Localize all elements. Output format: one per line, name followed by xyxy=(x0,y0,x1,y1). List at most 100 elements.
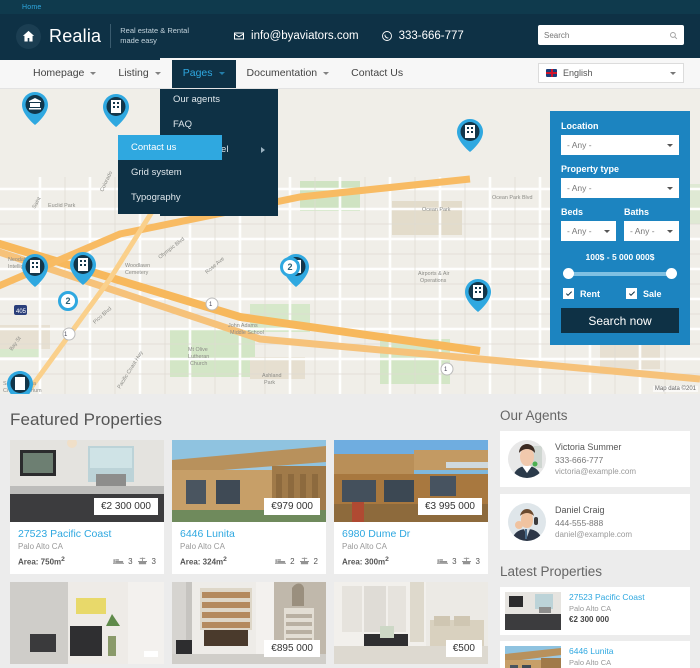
latest-property-title[interactable]: 6446 Lunita xyxy=(569,646,613,656)
agent-phone: 444-555-888 xyxy=(555,518,604,528)
sale-label: Sale xyxy=(643,288,662,299)
property-location: Palo Alto CA xyxy=(342,542,387,551)
nav-label-pages: Pages xyxy=(182,67,213,79)
property-type-select[interactable]: - Any - xyxy=(561,178,679,198)
svg-text:Mt Olive: Mt Olive xyxy=(188,347,208,353)
search-now-button[interactable]: Search now xyxy=(561,308,679,333)
map-marker-building[interactable] xyxy=(103,94,129,127)
property-image xyxy=(10,581,164,664)
property-card[interactable]: €979 000 6446 Lunita Palo Alto CA Area: … xyxy=(172,440,326,574)
header-phone-text: 333-666-777 xyxy=(398,30,464,42)
svg-text:Woodlawn: Woodlawn xyxy=(125,263,150,269)
svg-text:Park: Park xyxy=(264,380,275,386)
latest-property-item[interactable]: 6446 Lunita Palo Alto CA €979 000 xyxy=(500,641,690,668)
baths-select[interactable]: - Any - xyxy=(624,221,679,241)
svg-text:Ocean Park: Ocean Park xyxy=(422,207,451,213)
nav-label-homepage: Homepage xyxy=(33,67,85,79)
submenu-item-typography[interactable]: Typography xyxy=(118,185,222,210)
property-price: €895 000 xyxy=(264,639,320,657)
latest-property-item[interactable]: 27523 Pacific Coast Palo Alto CA €2 300 … xyxy=(500,587,690,635)
agent-name: Victoria Summer xyxy=(555,442,622,452)
checkbox-box xyxy=(626,288,637,299)
map-marker-building[interactable] xyxy=(70,252,96,285)
agent-email[interactable]: daniel@example.com xyxy=(555,530,632,539)
property-title[interactable]: 6446 Lunita xyxy=(180,528,318,540)
chevron-down-icon xyxy=(90,71,97,75)
property-title[interactable]: 27523 Pacific Coast xyxy=(18,528,156,540)
beds-value: - Any - xyxy=(567,226,592,236)
agent-card[interactable]: Daniel Craig 444-555-888 daniel@example.… xyxy=(500,494,690,550)
brand-tagline: Real estate & Rental made easy xyxy=(120,26,189,46)
map-area[interactable]: 1 405 1 1 Euclid Park Colorado Olympic B… xyxy=(0,89,700,394)
another-level-submenu: Contact us Grid system Typography xyxy=(118,135,222,214)
nav-item-documentation[interactable]: Documentation xyxy=(236,58,341,88)
submenu-item-grid-system[interactable]: Grid system xyxy=(118,160,222,185)
svg-text:Church: Church xyxy=(190,361,207,367)
brand-name: Realia xyxy=(49,25,102,46)
map-marker-building[interactable] xyxy=(22,254,48,287)
header-email[interactable]: info@byaviators.com xyxy=(233,30,359,42)
svg-text:Ashland: Ashland xyxy=(262,373,281,379)
property-info: 6446 Lunita Palo Alto CA Area: 324m2 2 2 xyxy=(172,522,326,574)
breadcrumb-home[interactable]: Home xyxy=(22,4,41,11)
header-email-text: info@byaviators.com xyxy=(251,30,359,42)
location-label: Location xyxy=(561,121,599,131)
submenu-label: Typography xyxy=(131,192,181,203)
map-cluster[interactable]: 2 xyxy=(280,257,300,277)
property-specs: 2 2 xyxy=(275,557,318,566)
property-location: Palo Alto CA xyxy=(18,542,63,551)
property-meta: Area: 300m2 3 3 xyxy=(342,556,480,567)
property-title[interactable]: 6980 Dume Dr xyxy=(342,528,480,540)
nav-item-contact-us[interactable]: Contact Us xyxy=(340,58,414,88)
slider-handle-min[interactable] xyxy=(563,268,574,279)
property-card[interactable]: €500 xyxy=(334,581,488,664)
main-navbar: Homepage Listing Pages Documentation Con… xyxy=(0,58,700,89)
submenu-item-contact-us[interactable]: Contact us xyxy=(118,135,222,160)
slider-handle-max[interactable] xyxy=(666,268,677,279)
property-card[interactable]: €2 300 000 27523 Pacific Coast Palo Alto… xyxy=(10,440,164,574)
agent-card[interactable]: Victoria Summer 333-666-777 victoria@exa… xyxy=(500,431,690,487)
property-price: €979 000 xyxy=(264,498,320,515)
property-card[interactable]: €3 995 000 6980 Dume Dr Palo Alto CA Are… xyxy=(334,440,488,574)
svg-text:Cemetery: Cemetery xyxy=(125,270,149,276)
chevron-down-icon xyxy=(218,71,225,75)
beds-count: 2 xyxy=(290,556,295,566)
sale-checkbox[interactable]: Sale xyxy=(626,288,662,299)
check-icon xyxy=(565,290,572,296)
checkbox-box xyxy=(563,288,574,299)
price-range-slider[interactable] xyxy=(563,268,677,280)
property-image: €979 000 xyxy=(172,440,326,522)
header-search[interactable] xyxy=(538,25,684,45)
baths-count: 2 xyxy=(313,556,318,566)
chevron-down-icon xyxy=(667,143,673,147)
map-marker-house[interactable] xyxy=(457,119,483,152)
beds-select[interactable]: - Any - xyxy=(561,221,616,241)
property-card[interactable] xyxy=(10,581,164,664)
search-input[interactable] xyxy=(544,30,669,40)
logo[interactable]: Realia Real estate & Rental made easy xyxy=(16,23,189,49)
price-range-label: 100$ - 5 000 000$ xyxy=(585,252,655,262)
nav-item-pages[interactable]: Pages xyxy=(171,58,236,88)
beds-count: 3 xyxy=(452,556,457,566)
map-marker-bank[interactable] xyxy=(7,371,33,394)
latest-property-location: Palo Alto CA xyxy=(569,604,612,613)
language-selector[interactable]: English xyxy=(538,63,684,83)
map-marker-building[interactable] xyxy=(465,279,491,312)
dropdown-item-faq[interactable]: FAQ xyxy=(160,112,278,137)
map-cluster[interactable]: 2 xyxy=(58,291,78,311)
bed-icon xyxy=(275,559,287,564)
nav-item-homepage[interactable]: Homepage xyxy=(22,58,107,88)
location-select[interactable]: - Any - xyxy=(561,135,679,155)
agent-info: Daniel Craig 444-555-888 daniel@example.… xyxy=(555,505,632,539)
latest-property-title[interactable]: 27523 Pacific Coast xyxy=(569,592,645,602)
agent-email[interactable]: victoria@example.com xyxy=(555,467,636,476)
map-marker-bank[interactable] xyxy=(22,92,48,125)
nav-item-listing[interactable]: Listing xyxy=(107,58,171,88)
dropdown-item-our-agents[interactable]: Our agents xyxy=(160,89,278,112)
rent-checkbox[interactable]: Rent xyxy=(563,288,600,299)
svg-text:Operations: Operations xyxy=(420,278,447,284)
svg-text:Airports & Air: Airports & Air xyxy=(418,271,450,277)
header-phone[interactable]: 333-666-777 xyxy=(381,30,464,42)
svg-text:Lutheran: Lutheran xyxy=(188,354,209,360)
property-card[interactable]: €895 000 xyxy=(172,581,326,664)
